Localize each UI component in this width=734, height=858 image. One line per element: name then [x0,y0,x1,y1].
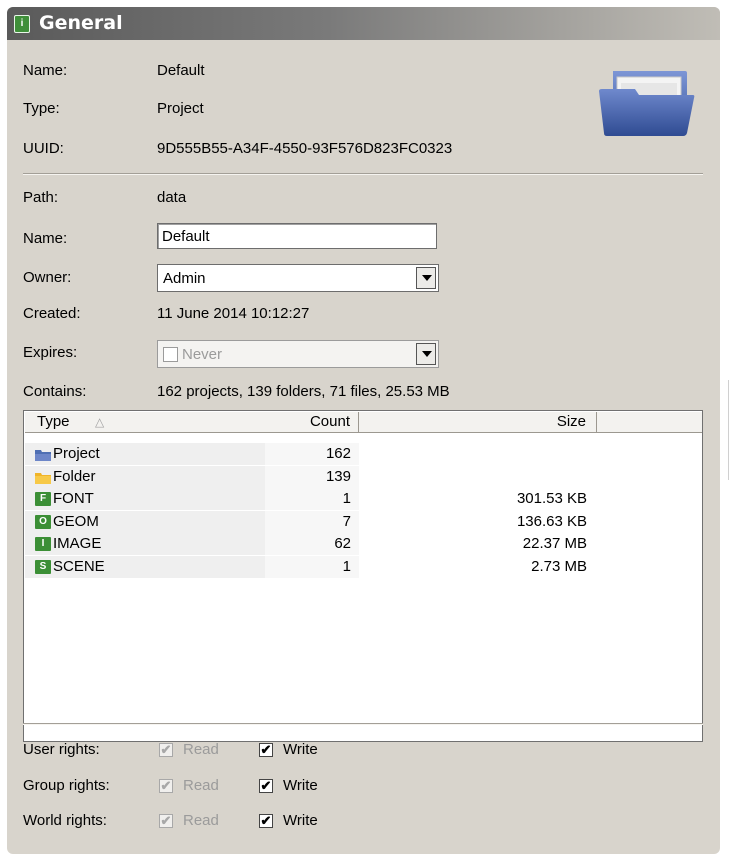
type-cell: O GEOM [25,510,265,533]
contains-value: 162 projects, 139 folders, 71 files, 25.… [157,383,450,400]
type-cell: I IMAGE [25,533,265,555]
type-cell: Folder [25,465,265,488]
size-cell [359,443,597,465]
type-name: Folder [53,467,96,485]
type-label: Type: [23,100,60,117]
expires-select[interactable]: Never [157,340,439,368]
project-folder-large-icon [599,71,695,136]
type-name: Project [53,445,100,462]
path-value: data [157,189,187,206]
user-write-label: Write [283,741,318,758]
column-header-type[interactable]: Type △ [25,412,266,433]
panel-titlebar[interactable]: i General [7,7,720,40]
table-row[interactable]: Project 162 [25,443,597,465]
uuid-value: 9D555B55-A34F-4550-93F576D823FC0323 [157,140,453,157]
table-row[interactable]: F FONT 1 301.53 KB [25,488,597,510]
table-row[interactable]: Folder 139 [25,465,597,488]
type-name: GEOM [53,512,99,530]
count-cell: 1 [265,555,359,578]
user-write-checkbox[interactable]: ✔ [259,743,273,757]
info-icon: i [14,15,30,33]
type-name: SCENE [53,557,105,575]
panel-title: General [39,12,123,34]
count-cell: 139 [265,465,359,488]
column-header-size[interactable]: Size [359,412,597,433]
group-rights-label: Group rights: [23,777,110,794]
type-name: FONT [53,490,94,507]
project-folder-icon [35,447,51,461]
type-cell: F FONT [25,488,265,510]
name-value: Default [157,62,205,79]
size-cell [359,466,597,488]
type-cell: Project [25,443,265,465]
count-cell: 7 [265,510,359,533]
expires-checkbox[interactable] [163,347,178,362]
world-write-label: Write [283,812,318,829]
table-row[interactable]: O GEOM 7 136.63 KB [25,510,597,533]
size-cell: 136.63 KB [516,512,587,530]
chevron-down-icon[interactable] [416,343,436,365]
group-write-checkbox[interactable]: ✔ [259,779,273,793]
group-read-label: Read [183,777,219,794]
scene-file-icon: S [35,559,51,574]
user-read-label: Read [183,741,219,758]
geom-file-icon: O [35,514,51,529]
count-cell: 62 [265,533,359,555]
scroll-edge [728,380,733,480]
path-label: Path: [23,189,59,206]
size-cell: 2.73 MB [531,557,587,575]
separator [23,723,703,725]
world-read-checkbox[interactable]: ✔ [159,814,173,828]
type-value: Project [157,100,204,117]
group-write-label: Write [283,777,318,794]
uuid-label: UUID: [23,140,64,157]
group-read-checkbox[interactable]: ✔ [159,779,173,793]
expires-selected: Never [182,346,223,363]
type-cell: S SCENE [25,555,265,578]
contains-label: Contains: [23,383,87,400]
font-file-icon: F [35,492,51,506]
column-header-type-label: Type [37,413,70,430]
owner-select[interactable]: Admin [157,264,439,292]
table-row[interactable]: S SCENE 1 2.73 MB [25,555,597,578]
separator [23,173,703,175]
count-cell: 162 [265,443,359,465]
folder-icon [35,470,51,484]
size-cell: 22.37 MB [522,535,587,552]
created-label: Created: [23,305,81,322]
type-name: IMAGE [53,535,102,552]
owner-selected: Admin [163,270,206,287]
name-input[interactable]: Default [157,223,437,249]
world-read-label: Read [183,812,219,829]
world-write-checkbox[interactable]: ✔ [259,814,273,828]
sort-ascending-icon: △ [95,415,105,429]
image-file-icon: I [35,537,51,551]
user-read-checkbox[interactable]: ✔ [159,743,173,757]
chevron-down-icon[interactable] [416,267,436,289]
contents-table[interactable]: Type △ Count Size Project 162 Folder 139 F FO… [23,410,703,742]
table-row[interactable]: I IMAGE 62 22.37 MB [25,533,597,555]
column-header-count[interactable]: Count [265,412,359,433]
user-rights-label: User rights: [23,741,100,758]
world-rights-label: World rights: [23,812,107,829]
count-cell: 1 [265,488,359,510]
general-panel: i General Name: Default Type: Project UU… [7,7,720,854]
name-label: Name: [23,62,68,79]
owner-label: Owner: [23,269,72,286]
expires-label: Expires: [23,344,78,361]
size-cell: 301.53 KB [516,490,587,507]
created-value: 11 June 2014 10:12:27 [157,305,310,322]
column-header-empty [597,412,702,433]
name-field-label: Name: [23,230,68,247]
